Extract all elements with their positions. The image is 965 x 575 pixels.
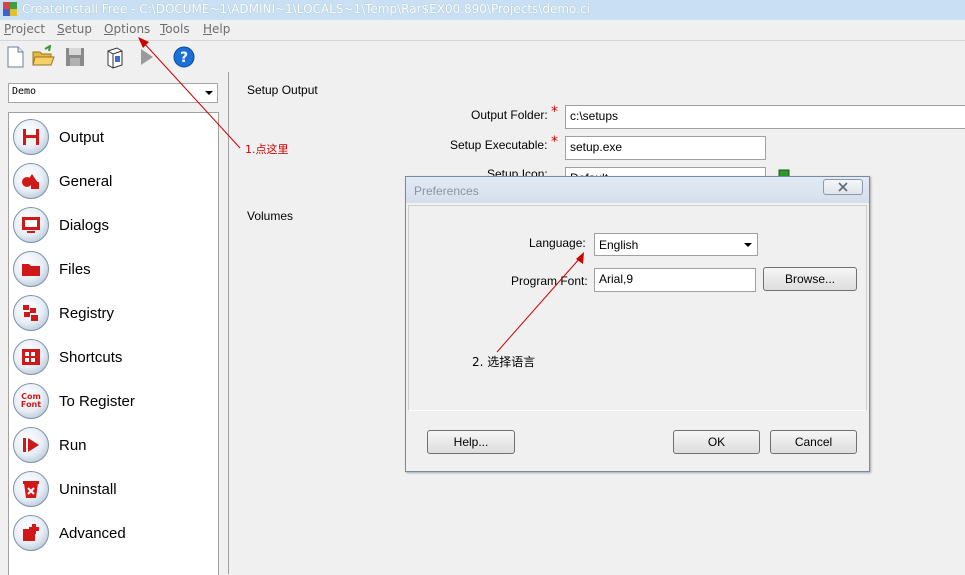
annotation-step-1: 1.点这里 — [245, 143, 289, 156]
annotation-arrow-2 — [496, 257, 581, 353]
annotation-step-2: 2. 选择语言 — [472, 355, 536, 369]
annotation-arrowhead-2 — [576, 252, 584, 264]
annotation-arrow-1 — [142, 41, 241, 149]
annotation-overlay — [138, 37, 584, 353]
